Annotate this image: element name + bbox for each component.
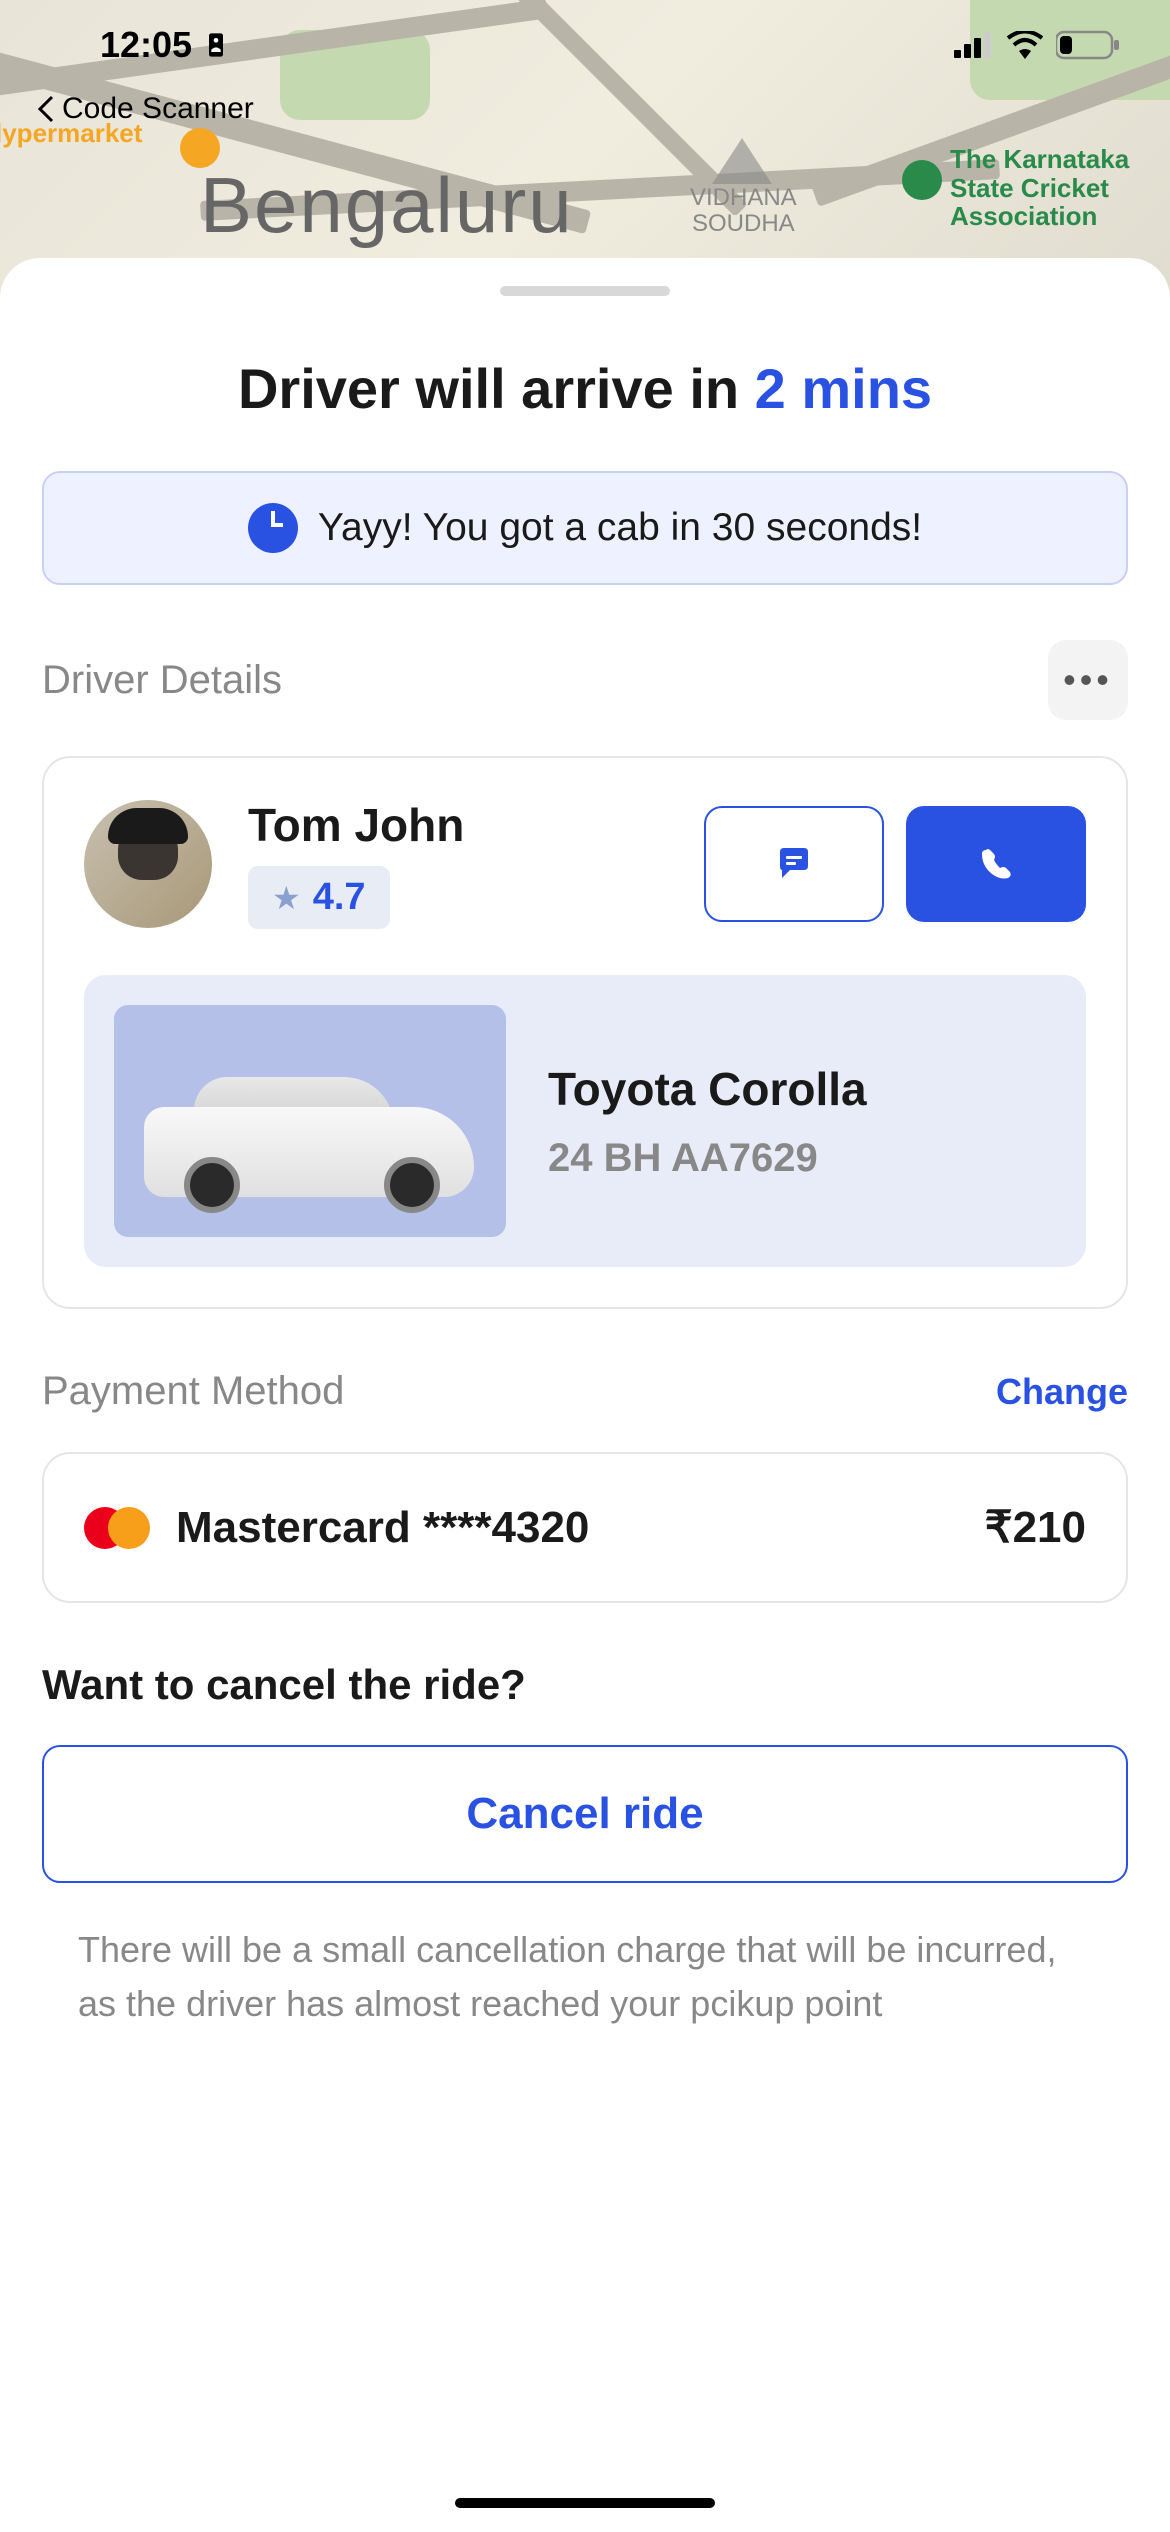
wifi-icon bbox=[1006, 31, 1044, 59]
payment-card[interactable]: Mastercard ****4320 ₹210 bbox=[42, 1452, 1128, 1603]
vehicle-plate: 24 BH AA7629 bbox=[548, 1136, 1056, 1181]
chat-icon bbox=[774, 844, 814, 884]
star-icon: ★ bbox=[272, 879, 301, 917]
home-indicator[interactable] bbox=[455, 2498, 715, 2508]
map-label-city: Bengaluru bbox=[200, 160, 574, 251]
call-button[interactable] bbox=[906, 806, 1086, 922]
rating-badge: ★ 4.7 bbox=[248, 866, 390, 929]
bottom-sheet: Driver will arrive in 2 mins Yayy! You g… bbox=[0, 258, 1170, 2532]
driver-name: Tom John bbox=[248, 798, 668, 852]
status-bar: 12:05 bbox=[0, 0, 1170, 90]
driver-card: Tom John ★ 4.7 bbox=[42, 756, 1128, 1309]
banner-text: Yayy! You got a cab in 30 seconds! bbox=[318, 506, 922, 550]
battery-icon bbox=[1056, 30, 1120, 60]
change-payment-button[interactable]: Change bbox=[996, 1371, 1128, 1413]
mastercard-icon bbox=[84, 1507, 150, 1549]
portrait-icon bbox=[202, 31, 230, 59]
vehicle-block: Toyota Corolla 24 BH AA7629 bbox=[84, 975, 1086, 1267]
payment-amount: ₹210 bbox=[985, 1502, 1086, 1553]
vehicle-name: Toyota Corolla bbox=[548, 1062, 1056, 1116]
cancel-title: Want to cancel the ride? bbox=[42, 1661, 1128, 1709]
phone-icon bbox=[976, 844, 1016, 884]
payment-section-title: Payment Method bbox=[42, 1369, 344, 1414]
driver-section-title: Driver Details bbox=[42, 658, 282, 703]
status-time: 12:05 bbox=[100, 24, 230, 66]
payment-label: Mastercard ****4320 bbox=[176, 1503, 985, 1553]
chat-button[interactable] bbox=[704, 806, 884, 922]
success-banner: Yayy! You got a cab in 30 seconds! bbox=[42, 471, 1128, 585]
more-button[interactable]: ••• bbox=[1048, 640, 1128, 720]
clock-icon bbox=[248, 503, 298, 553]
rating-value: 4.7 bbox=[313, 876, 366, 919]
driver-avatar[interactable] bbox=[84, 800, 212, 928]
arrival-title: Driver will arrive in 2 mins bbox=[42, 356, 1128, 421]
back-nav[interactable]: Code Scanner bbox=[36, 92, 254, 126]
cellular-icon bbox=[954, 32, 994, 58]
cancel-note: There will be a small cancellation charg… bbox=[42, 1923, 1128, 2031]
cancel-ride-button[interactable]: Cancel ride bbox=[42, 1745, 1128, 1883]
sheet-handle[interactable] bbox=[500, 286, 670, 296]
map-label-landmark: The KarnatakaState CricketAssociation bbox=[950, 145, 1129, 231]
chevron-left-icon bbox=[36, 95, 56, 123]
vehicle-image bbox=[114, 1005, 506, 1237]
map-label-landmark: VIDHANASOUDHA bbox=[690, 185, 797, 238]
